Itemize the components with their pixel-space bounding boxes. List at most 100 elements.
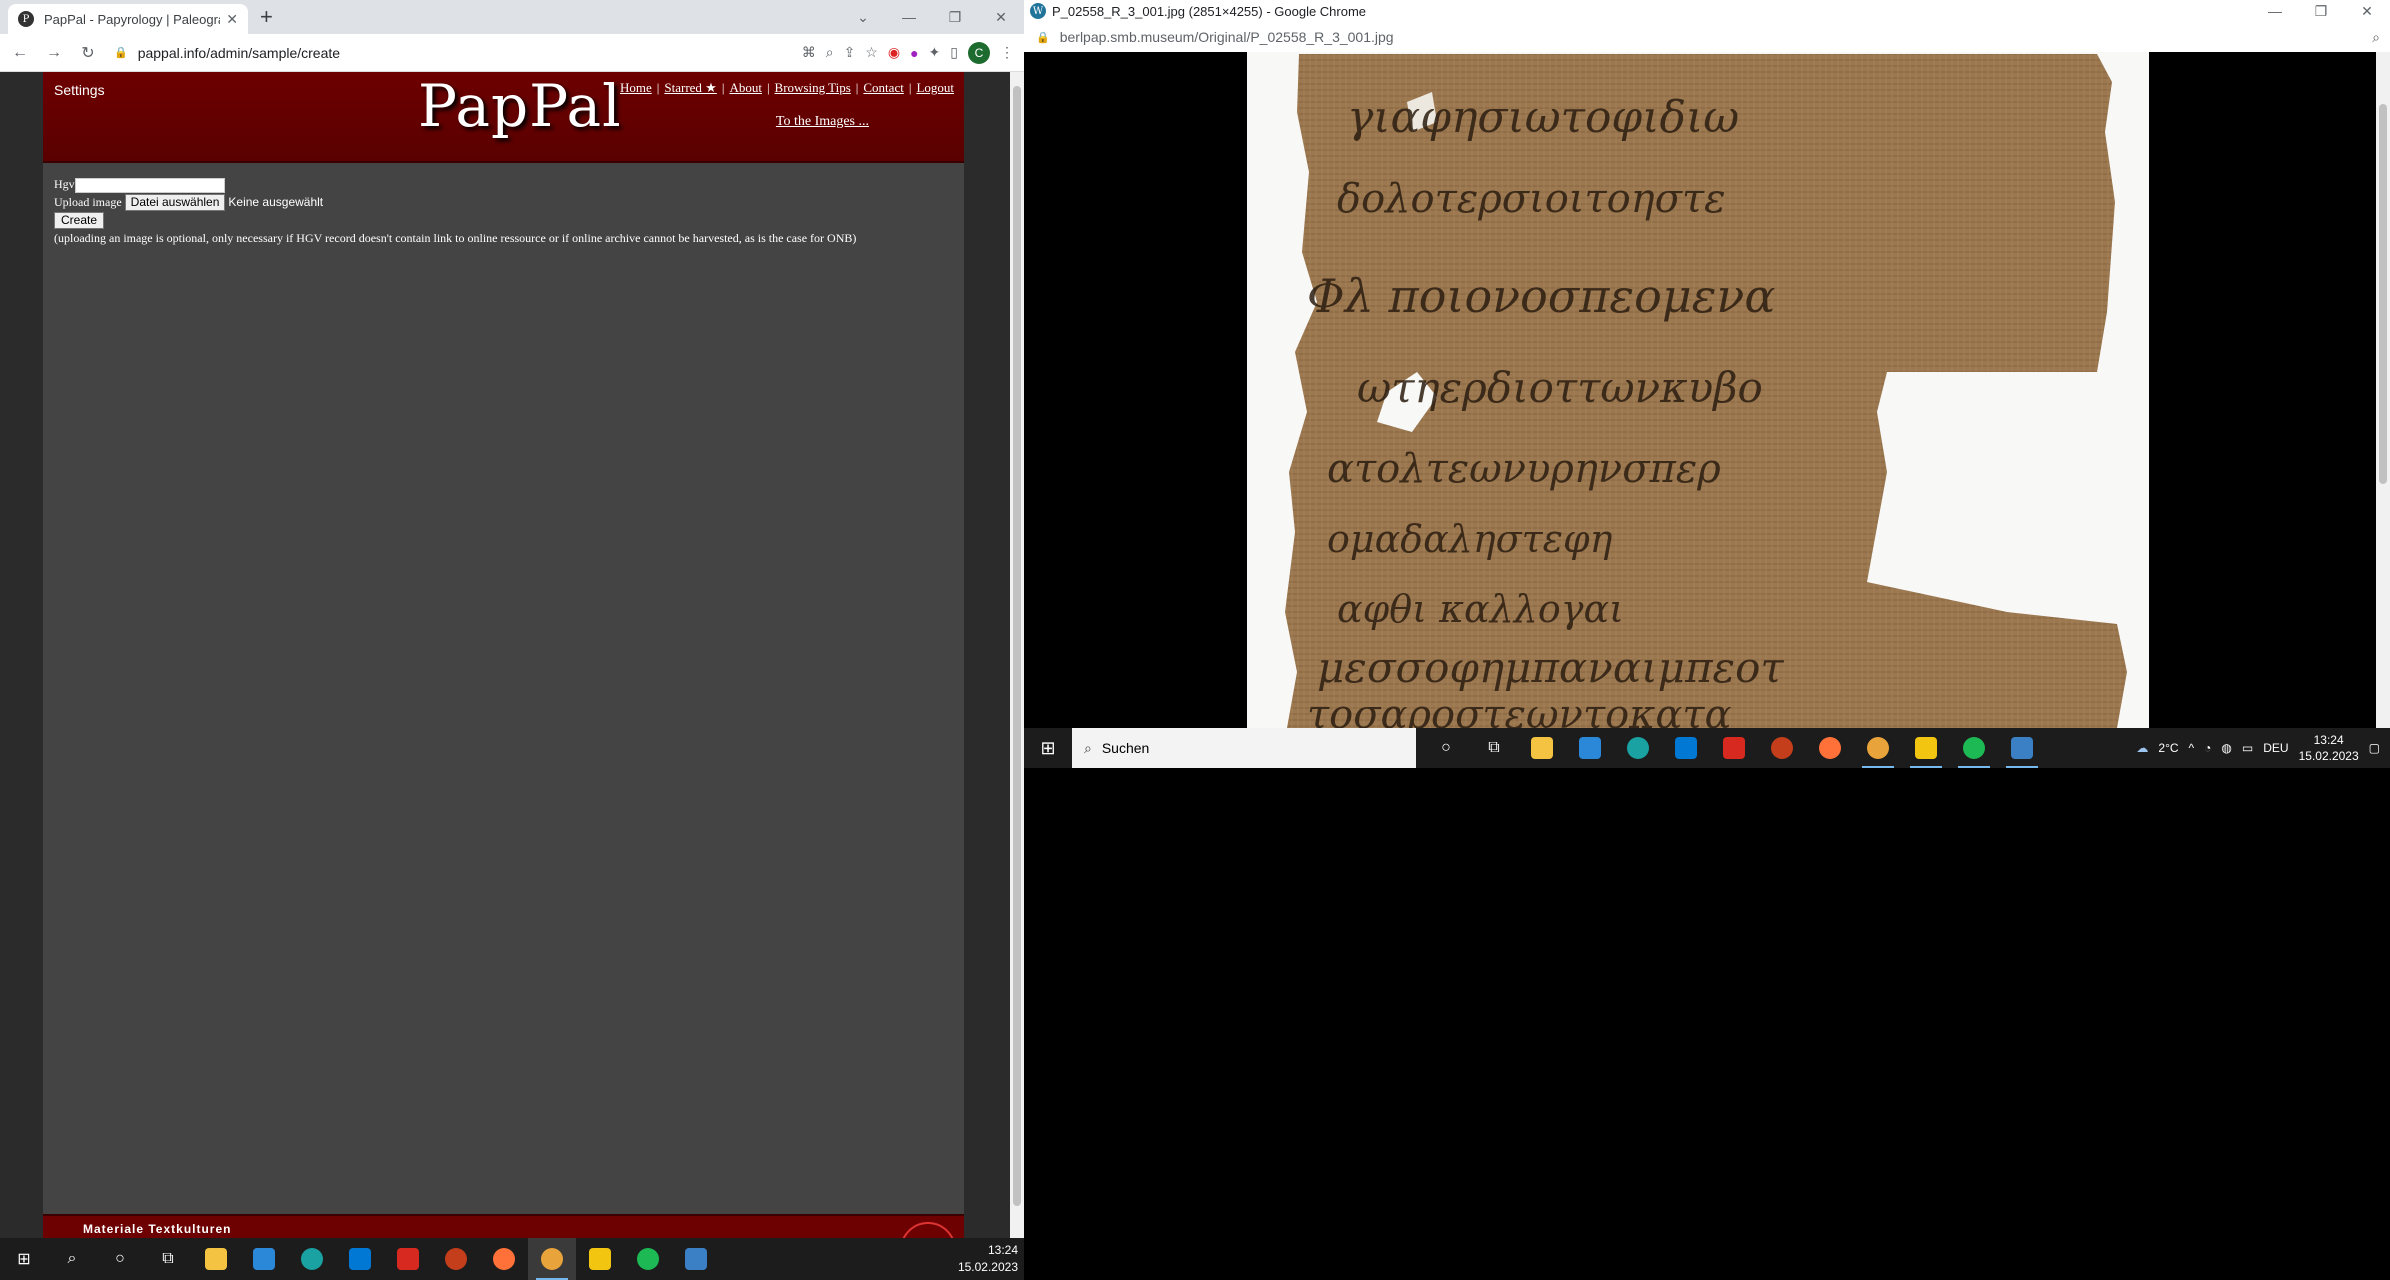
- svg-text:τοσαροστεωντοκατα: τοσαροστεωντοκατα: [1307, 692, 1732, 728]
- nav-starred[interactable]: Starred ★: [664, 80, 716, 95]
- weather-temp[interactable]: 2°C: [2158, 741, 2178, 755]
- volume-icon[interactable]: ◍: [2221, 741, 2231, 755]
- b-cortana-icon[interactable]: ○: [96, 1238, 144, 1280]
- pappal-header: Settings PapPal Home | Starred ★ | About | Bro…: [43, 72, 964, 163]
- extension-purple-icon[interactable]: ●: [910, 45, 918, 61]
- cortana-icon[interactable]: ○: [1422, 728, 1470, 768]
- papyrus-image[interactable]: γιαφησιωτοφιδιω δολοτερσιοιτοηστε Φλ ποι…: [1247, 52, 2149, 728]
- pappal-logo[interactable]: PapPal: [418, 72, 622, 140]
- bottom-date: 15.02.2023: [957, 1260, 1018, 1274]
- bookmark-star-icon[interactable]: ☆: [865, 44, 878, 61]
- windows-start-icon[interactable]: ⊞: [1024, 738, 1072, 759]
- svg-text:γιαφησιωτοφιδιω: γιαφησιωτοφιδιω: [1347, 92, 1739, 143]
- b-mail-icon[interactable]: [336, 1238, 384, 1280]
- right-zoom-icon[interactable]: ⌕: [2372, 29, 2380, 46]
- restore-icon[interactable]: ❐: [932, 4, 978, 30]
- tab-title: PapPal - Papyrology | Paleography: [44, 11, 220, 27]
- b-store-icon[interactable]: [240, 1238, 288, 1280]
- address-bar[interactable]: 🔒 pappal.info/admin/sample/create: [114, 39, 802, 67]
- photos-icon[interactable]: [1998, 728, 2046, 768]
- b-edge-icon[interactable]: [288, 1238, 336, 1280]
- tab-search-icon[interactable]: ⌄: [840, 4, 886, 30]
- b-task-view-icon[interactable]: ⧉: [144, 1238, 192, 1280]
- edge-icon[interactable]: [1614, 728, 1662, 768]
- nav-home[interactable]: Home: [620, 80, 652, 95]
- new-tab-icon[interactable]: +: [260, 6, 273, 28]
- papyrus-fragment: γιαφησιωτοφιδιω δολοτερσιοιτοηστε Φλ ποι…: [1285, 54, 2127, 728]
- file-explorer-icon[interactable]: [1518, 728, 1566, 768]
- notification-icon[interactable]: ▢: [2369, 741, 2380, 755]
- minimize-icon[interactable]: —: [886, 4, 932, 30]
- tab-strip: P PapPal - Papyrology | Paleography ✕ + …: [0, 0, 1024, 34]
- right-restore-icon[interactable]: ❐: [2298, 0, 2344, 24]
- taskbar-search[interactable]: ⌕ Suchen: [1072, 728, 1416, 768]
- nav-about[interactable]: About: [729, 80, 762, 95]
- settings-link[interactable]: Settings: [54, 82, 105, 98]
- share-icon[interactable]: ⇪: [844, 44, 856, 61]
- close-window-icon[interactable]: ✕: [978, 4, 1024, 30]
- right-address-bar[interactable]: 🔒 berlpap.smb.museum/Original/P_02558_R_…: [1024, 22, 2390, 52]
- to-images-link[interactable]: To the Images ...: [776, 114, 869, 130]
- nav-browsing-tips[interactable]: Browsing Tips: [775, 80, 851, 95]
- weather-icon[interactable]: ☁: [2136, 741, 2148, 755]
- translate-icon[interactable]: ⌘: [802, 44, 816, 61]
- b-powerpoint-icon[interactable]: [432, 1238, 480, 1280]
- b-firefox-icon[interactable]: [480, 1238, 528, 1280]
- chrome-icon[interactable]: [1854, 728, 1902, 768]
- menu-kebab-icon[interactable]: ⋮: [1000, 44, 1014, 61]
- svg-text:αφθι καλλογαι: αφθι καλλογαι: [1337, 587, 1624, 631]
- right-lock-icon: 🔒: [1036, 31, 1050, 44]
- notepad-icon[interactable]: [1902, 728, 1950, 768]
- reload-icon[interactable]: ↻: [74, 39, 102, 67]
- hgv-input[interactable]: [74, 177, 225, 193]
- right-window-title: P_02558_R_3_001.jpg (2851×4255) - Google…: [1052, 3, 1367, 19]
- b-spotify-icon[interactable]: [624, 1238, 672, 1280]
- profile-avatar[interactable]: C: [968, 41, 990, 64]
- b-notepad-icon[interactable]: [576, 1238, 624, 1280]
- extensions-puzzle-icon[interactable]: ✦: [929, 44, 941, 61]
- svg-text:ωτηερδιοττωνκυβο: ωτηερδιοττωνκυβο: [1357, 363, 1763, 412]
- file-status: Keine ausgewählt: [228, 195, 324, 209]
- page-scrollbar[interactable]: [1010, 72, 1024, 1238]
- right-time: 13:24: [2313, 733, 2344, 747]
- b-search-icon[interactable]: ⌕: [48, 1238, 96, 1280]
- close-tab-icon[interactable]: ✕: [226, 11, 238, 28]
- svg-text:ατολτεωνυρηνσπερ: ατολτεωνυρηνσπερ: [1327, 446, 1721, 492]
- create-button[interactable]: Create: [54, 212, 105, 229]
- upload-label: Upload image: [54, 195, 122, 209]
- b-windows-start-icon[interactable]: ⊞: [0, 1238, 48, 1280]
- battery-icon[interactable]: ▭: [2242, 741, 2253, 755]
- b-photos-icon[interactable]: [672, 1238, 720, 1280]
- tab-pappal[interactable]: P PapPal - Papyrology | Paleography ✕: [8, 4, 248, 34]
- right-minimize-icon[interactable]: —: [2252, 0, 2298, 24]
- pappal-favicon-icon: P: [18, 11, 34, 27]
- side-panel-icon[interactable]: ▯: [950, 44, 958, 61]
- b-acrobat-icon[interactable]: [384, 1238, 432, 1280]
- task-view-icon[interactable]: ⧉: [1470, 728, 1518, 768]
- language-indicator[interactable]: DEU: [2263, 741, 2288, 755]
- forward-icon[interactable]: →: [40, 39, 68, 67]
- right-close-icon[interactable]: ✕: [2344, 0, 2390, 24]
- mail-icon[interactable]: [1662, 728, 1710, 768]
- nav-logout[interactable]: Logout: [916, 80, 954, 95]
- image-scrollbar[interactable]: [2376, 52, 2390, 728]
- extension-red-icon[interactable]: ◉: [888, 44, 900, 61]
- store-icon[interactable]: [1566, 728, 1614, 768]
- back-icon[interactable]: ←: [6, 39, 34, 67]
- firefox-icon[interactable]: [1806, 728, 1854, 768]
- search-placeholder: Suchen: [1101, 740, 1150, 756]
- b-chrome-icon[interactable]: [528, 1238, 576, 1280]
- network-icon[interactable]: ◔: [2204, 741, 2211, 755]
- zoom-icon[interactable]: ⌕: [826, 44, 834, 61]
- right-title-bar: W P_02558_R_3_001.jpg (2851×4255) - Goog…: [1024, 0, 2390, 22]
- right-clock[interactable]: 13:24 15.02.2023: [2299, 732, 2359, 764]
- powerpoint-icon[interactable]: [1758, 728, 1806, 768]
- top-nav: Home | Starred ★ | About | Browsing Tips | Conta…: [619, 80, 954, 95]
- choose-file-button[interactable]: Datei auswählen: [124, 194, 226, 211]
- nav-contact[interactable]: Contact: [863, 80, 903, 95]
- acrobat-icon[interactable]: [1710, 728, 1758, 768]
- b-file-explorer-icon[interactable]: [192, 1238, 240, 1280]
- tray-chevron-icon[interactable]: ^: [2189, 741, 2195, 755]
- spotify-icon[interactable]: [1950, 728, 1998, 768]
- bottom-clock[interactable]: 13:24 15.02.2023: [958, 1242, 1024, 1276]
